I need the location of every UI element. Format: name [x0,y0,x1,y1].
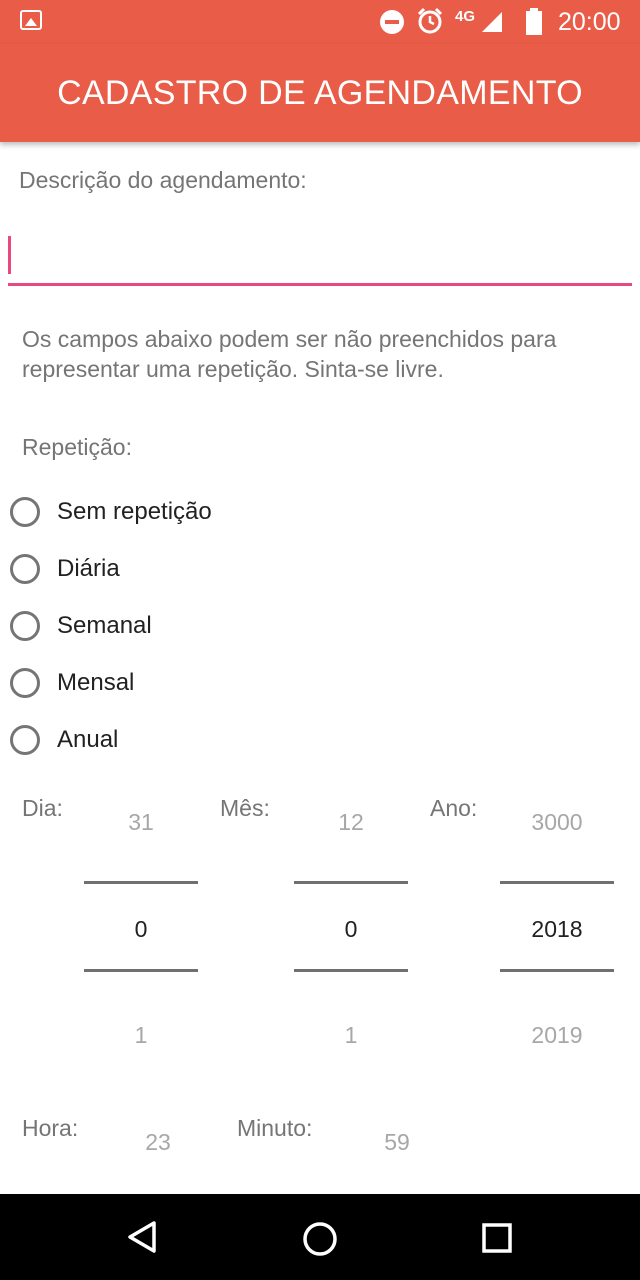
radio-circle[interactable] [10,497,40,527]
radio-label: Mensal [57,669,135,696]
radio-label: Semanal [57,612,152,639]
battery-icon [526,8,542,35]
radio-label: Anual [57,726,119,753]
recents-icon[interactable] [481,1222,513,1254]
picker-divider [84,881,198,884]
text-cursor [8,236,11,274]
radio-circle[interactable] [10,725,40,755]
helper-note: Os campos abaixo podem ser não preenchid… [22,326,557,382]
radio-label: Diária [57,555,120,582]
app-bar: CADASTRO DE AGENDAMENTO [0,44,640,142]
description-input[interactable] [8,220,632,286]
page-title: CADASTRO DE AGENDAMENTO [57,74,583,112]
month-next-value[interactable]: 1 [294,1022,408,1049]
month-selected-value[interactable]: 0 [294,916,408,943]
radio-label: Sem repetição [57,498,212,525]
day-selected-value[interactable]: 0 [84,916,198,943]
minute-prev-value[interactable]: 59 [340,1129,454,1156]
picker-divider [294,969,408,972]
signal-icon [482,12,502,32]
radio-circle[interactable] [10,668,40,698]
image-notification-icon [20,10,42,30]
picker-divider [500,881,614,884]
back-icon[interactable] [126,1220,158,1254]
picker-divider [294,881,408,884]
do-not-disturb-icon [380,10,404,34]
picker-divider [500,969,614,972]
picker-divider [84,969,198,972]
hour-prev-value[interactable]: 23 [101,1129,215,1156]
day-label: Dia: [22,795,63,821]
year-selected-value[interactable]: 2018 [500,916,614,943]
year-next-value[interactable]: 2019 [500,1022,614,1049]
network-type: 4G [455,8,476,25]
repetition-label: Repetição: [22,434,132,460]
day-prev-value[interactable]: 31 [84,809,198,836]
status-bar: 4G 20:00 [0,0,640,44]
radio-circle[interactable] [10,611,40,641]
day-next-value[interactable]: 1 [84,1022,198,1049]
alarm-icon [417,7,443,34]
description-label: Descrição do agendamento: [19,167,307,193]
radio-circle[interactable] [10,554,40,584]
year-prev-value[interactable]: 3000 [500,809,614,836]
month-prev-value[interactable]: 12 [294,809,408,836]
navigation-bar [0,1194,640,1280]
status-time: 20:00 [558,8,621,36]
home-icon[interactable] [302,1221,338,1257]
month-label: Mês: [220,795,270,821]
hour-label: Hora: [22,1115,79,1141]
minute-label: Minuto: [237,1115,313,1141]
year-label: Ano: [430,795,478,821]
